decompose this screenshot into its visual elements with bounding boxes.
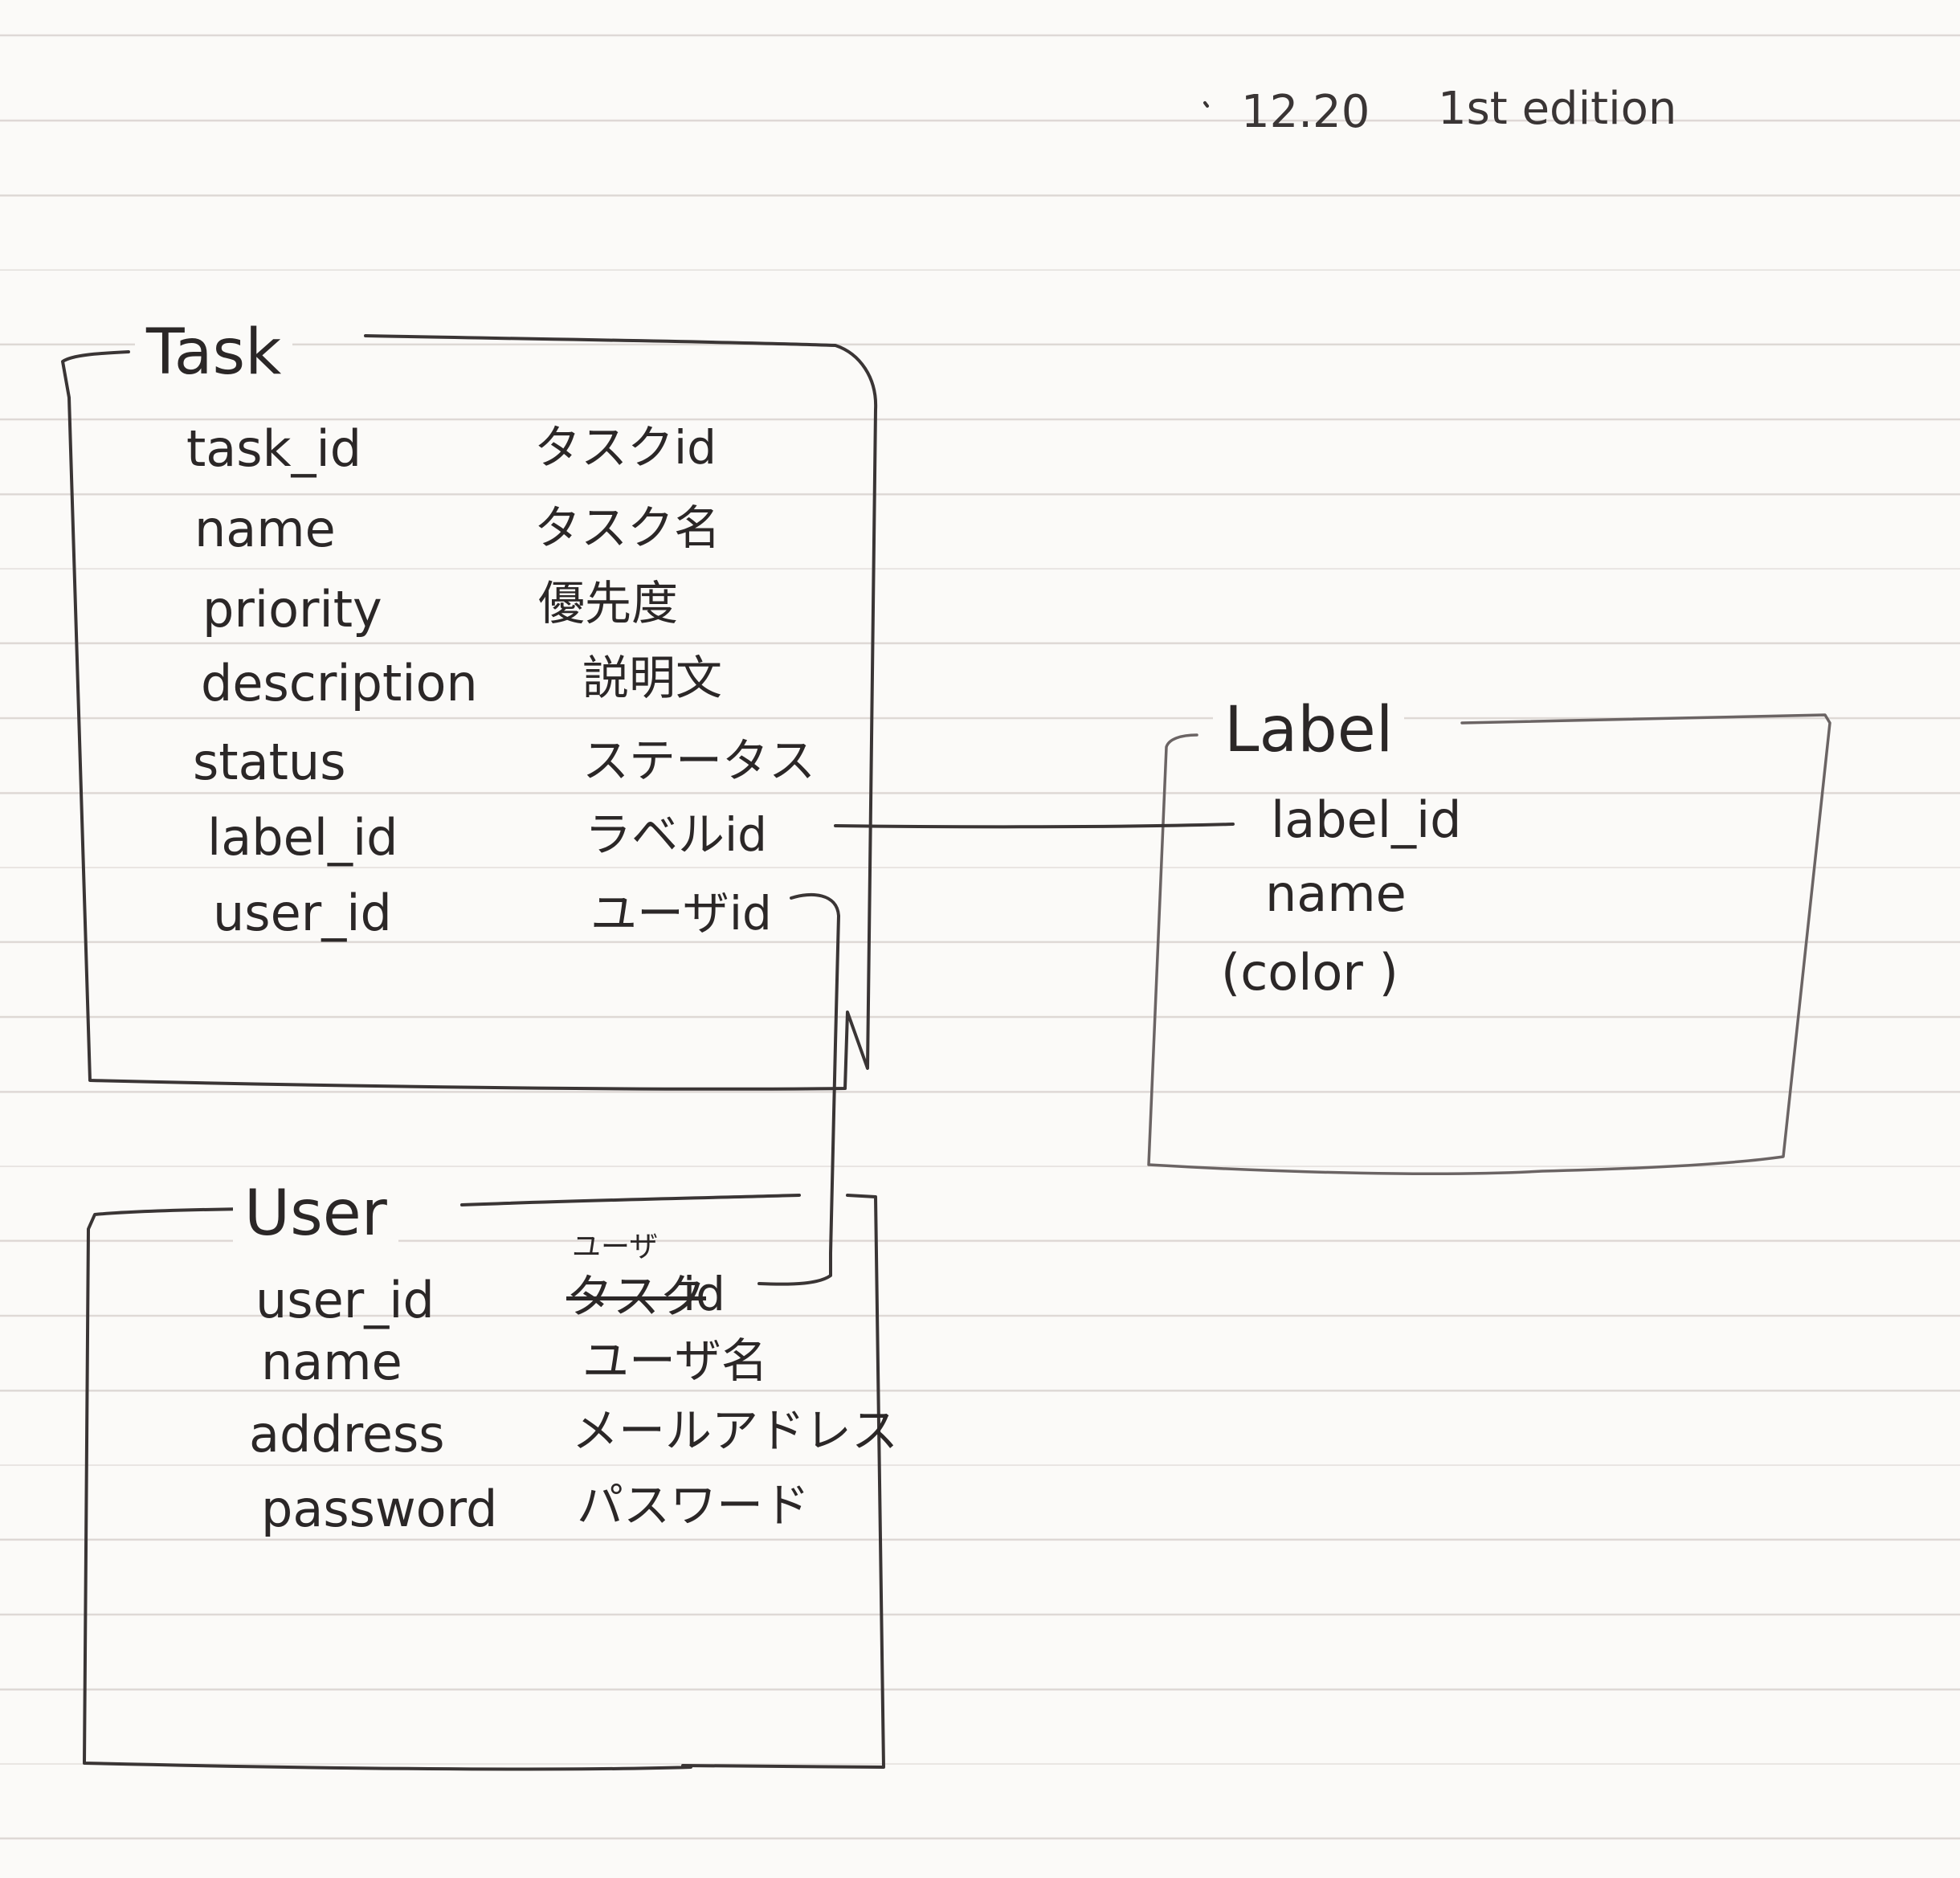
user-field-name: name [261,1333,402,1391]
user-field-desc: メールアドレス [572,1403,899,1458]
task-field-name: description [201,654,478,712]
user-entity-title: User [233,1182,398,1245]
user-field-desc: ユーザ名 [582,1333,768,1388]
date-tick-mark [1203,101,1209,108]
task-field-desc: 優先度 [538,576,679,631]
user-field-name: address [249,1405,445,1464]
user-field-name: password [261,1480,498,1538]
label-field-name: name [1265,864,1407,923]
label-entity-title: Label [1213,699,1405,761]
label-field-name: label_id [1271,790,1462,849]
user-field-desc-correction: ユーザ [572,1231,659,1264]
user-field-desc: id [683,1267,725,1321]
task-field-name: priority [202,580,382,639]
task-field-desc: タスク名 [534,500,721,555]
user-field-desc: パスワード [577,1478,811,1533]
task-field-desc: 説明文 [582,651,723,705]
task-field-desc: タスクid [534,420,717,475]
task-field-name: label_id [207,808,398,867]
task-field-name: name [194,500,336,558]
user-field-name: user_id [255,1271,435,1329]
task-field-name: task_id [186,419,362,478]
task-field-desc: ステータス [582,733,816,788]
task-field-name: status [193,733,346,791]
task-entity-title: Task [135,321,293,384]
label-field-name: (color ) [1221,943,1399,1002]
relation-task-label-line [834,823,1235,829]
note-edition: 1st edition [1438,83,1677,135]
task-field-name: user_id [213,884,392,942]
note-date: 12.20 [1241,86,1370,138]
task-field-desc: ラベルid [585,807,767,862]
task-field-desc: ユーザid [590,886,772,941]
